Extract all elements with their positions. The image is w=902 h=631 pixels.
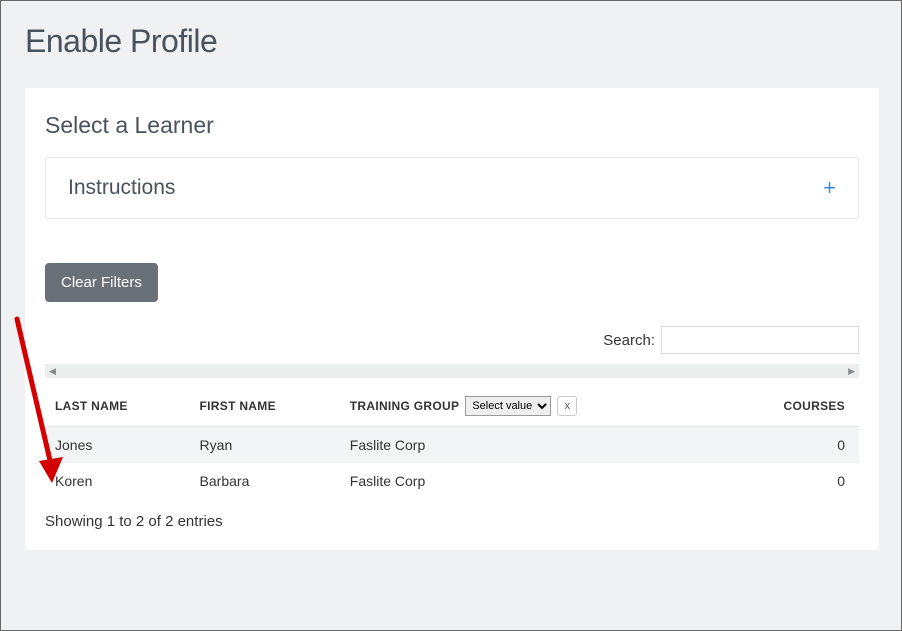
col-training-group: TRAINING GROUP Select value x: [340, 386, 726, 427]
clear-filters-button[interactable]: Clear Filters: [45, 263, 158, 302]
search-input[interactable]: [661, 326, 859, 354]
learner-card: Select a Learner Instructions + Clear Fi…: [25, 88, 879, 550]
cell-first-name: Barbara: [190, 463, 340, 499]
col-last-name[interactable]: LAST NAME: [45, 386, 190, 427]
section-title: Select a Learner: [45, 112, 859, 139]
training-group-select[interactable]: Select value: [465, 396, 551, 416]
cell-courses: 0: [726, 427, 859, 464]
table-status: Showing 1 to 2 of 2 entries: [45, 513, 859, 530]
instructions-label: Instructions: [68, 176, 175, 200]
cell-training-group: Faslite Corp: [340, 463, 726, 499]
table-row[interactable]: Jones Ryan Faslite Corp 0: [45, 427, 859, 464]
cell-courses: 0: [726, 463, 859, 499]
scroll-left-icon: ◀: [49, 367, 56, 376]
cell-first-name: Ryan: [190, 427, 340, 464]
table-row[interactable]: Koren Barbara Faslite Corp 0: [45, 463, 859, 499]
cell-last-name: Jones: [45, 427, 190, 464]
app-window: Enable Profile Select a Learner Instruct…: [0, 0, 902, 631]
expand-icon: +: [823, 177, 836, 199]
search-row: Search:: [45, 326, 859, 354]
table-header-row: LAST NAME FIRST NAME TRAINING GROUP Sele…: [45, 386, 859, 427]
horizontal-scrollbar[interactable]: ◀ ▶: [45, 364, 859, 378]
scroll-right-icon: ▶: [848, 367, 855, 376]
page-title: Enable Profile: [1, 1, 901, 60]
search-label: Search:: [603, 332, 655, 349]
col-first-name[interactable]: FIRST NAME: [190, 386, 340, 427]
learners-table: LAST NAME FIRST NAME TRAINING GROUP Sele…: [45, 386, 859, 499]
col-training-group-label: TRAINING GROUP: [350, 399, 460, 413]
cell-training-group: Faslite Corp: [340, 427, 726, 464]
instructions-accordion[interactable]: Instructions +: [45, 157, 859, 219]
training-group-clear-button[interactable]: x: [557, 396, 577, 416]
col-courses[interactable]: COURSES: [726, 386, 859, 427]
cell-last-name: Koren: [45, 463, 190, 499]
